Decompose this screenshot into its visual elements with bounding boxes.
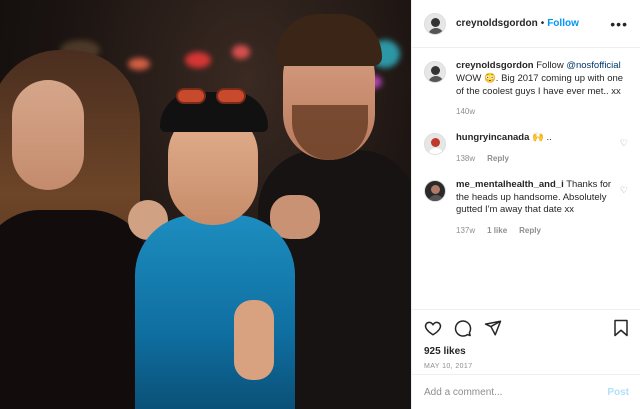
caption-body: creynoldsgordon Follow @nosfofficial WOW… [456,60,628,118]
caption-username[interactable]: creynoldsgordon [456,60,534,71]
bokeh-light [185,52,211,68]
bokeh-light [232,45,250,59]
post-header: creynoldsgordon • Follow ••• [412,0,640,48]
comment-like-heart-icon[interactable]: ♡ [614,132,628,165]
bokeh-light [128,58,150,70]
separator-dot: • [540,18,545,29]
author-avatar[interactable] [424,61,446,83]
follow-button[interactable]: Follow [547,18,579,29]
comment-icon[interactable] [454,319,472,340]
post-date[interactable]: MAY 10, 2017 [424,363,629,370]
comment-body: hungryincanada 🙌 .. 138w Reply [456,132,614,165]
comment-item: hungryincanada 🙌 .. 138w Reply ♡ [424,132,628,165]
caption-follow-text: Follow [536,60,564,71]
post-comment-button[interactable]: Post [607,387,629,398]
send-icon[interactable] [484,319,502,340]
instagram-post: creynoldsgordon • Follow ••• creynoldsgo… [0,0,640,409]
post-photo[interactable] [0,0,411,409]
woman-face [12,80,84,190]
author-avatar[interactable] [424,12,446,35]
bearded-man-hair [276,14,382,66]
caption-text: WOW 😳. Big 2017 coming up with one of th… [456,72,624,97]
sunglasses-lens [176,88,206,104]
comment-body: me_mentalhealth_and_i Thanks for the hea… [456,179,614,237]
reply-button[interactable]: Reply [487,154,509,165]
post-actions: 925 likes MAY 10, 2017 [412,309,640,370]
more-options-icon[interactable]: ••• [610,16,628,32]
likes-count[interactable]: 925 likes [424,346,629,357]
add-comment-input[interactable] [424,386,608,398]
add-comment-bar: Post [412,374,640,409]
woman-body [0,210,150,409]
comment-likes-count[interactable]: 1 like [487,226,507,237]
heart-icon[interactable] [424,319,442,340]
comment-meta: 138w Reply [456,154,614,165]
post-sidebar: creynoldsgordon • Follow ••• creynoldsgo… [411,0,640,409]
thumbs-up-hand [234,300,274,380]
caption-mention-link[interactable]: @nosfofficial [566,60,620,71]
comments-list[interactable]: creynoldsgordon Follow @nosfofficial WOW… [412,48,640,309]
caption-meta: 140w [456,107,628,118]
author-username[interactable]: creynoldsgordon [456,18,538,29]
comment-meta: 137w 1 like Reply [456,226,614,237]
reply-button[interactable]: Reply [519,226,541,237]
comment-like-heart-icon[interactable]: ♡ [614,179,628,237]
caption: creynoldsgordon Follow @nosfofficial WOW… [424,60,628,118]
sunglasses-lens [216,88,246,104]
sunglasses [176,88,248,104]
bookmark-icon[interactable] [613,319,629,340]
comment-timestamp[interactable]: 137w [456,226,475,237]
commenter-avatar[interactable] [424,133,446,156]
comment-item: me_mentalhealth_and_i Thanks for the hea… [424,179,628,237]
caption-timestamp[interactable]: 140w [456,107,475,118]
comment-timestamp[interactable]: 138w [456,154,475,165]
commenter-avatar[interactable] [424,179,446,202]
comment-username[interactable]: hungryincanada [456,132,529,143]
comment-text: 🙌 .. [532,132,552,144]
action-icons [424,318,629,340]
comment-username[interactable]: me_mentalhealth_and_i [456,179,564,190]
